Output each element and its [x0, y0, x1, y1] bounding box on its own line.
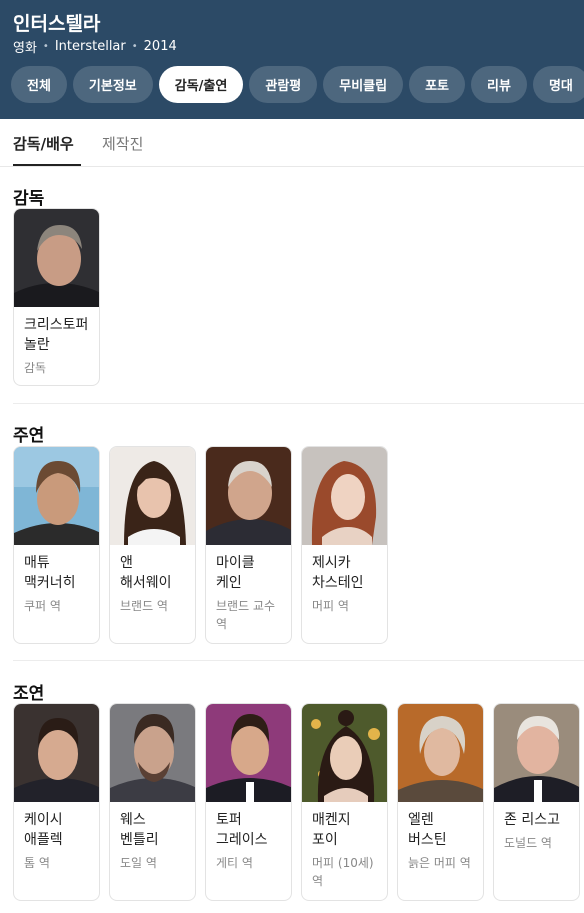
person-photo: [14, 209, 99, 307]
subtab-directors-actors[interactable]: 감독/배우: [13, 133, 74, 154]
section-divider: [13, 403, 584, 404]
person-card[interactable]: 마이클 케인 브랜드 교수 역: [205, 446, 292, 644]
person-role: 톰 역: [24, 856, 50, 870]
person-card[interactable]: 토퍼 그레이스 게티 역: [205, 703, 292, 901]
person-card[interactable]: 앤 해서웨이 브랜드 역: [109, 446, 196, 644]
tab-movie-clips[interactable]: 무비클립: [323, 66, 404, 103]
movie-category: 영화: [13, 41, 37, 56]
separator-dot-icon: •: [42, 41, 49, 52]
person-photo: [302, 704, 387, 802]
person-card[interactable]: 웨스 벤틀리 도일 역: [109, 703, 196, 901]
page-title: 인터스텔라: [13, 13, 101, 35]
movie-header: 인터스텔라 영화 • Interstellar • 2014 전체 기본정보 감…: [0, 0, 584, 119]
tab-quotes[interactable]: 명대: [532, 66, 584, 103]
person-name: 매켄지 포이: [312, 812, 351, 848]
movie-year: 2014: [143, 39, 177, 54]
person-card[interactable]: 케이시 애플렉 톰 역: [13, 703, 100, 901]
tab-basic-info[interactable]: 기본정보: [72, 66, 153, 103]
person-card[interactable]: 존 리스고 도널드 역: [493, 703, 580, 901]
movie-meta: 영화 • Interstellar • 2014: [13, 37, 177, 56]
person-card[interactable]: 매켄지 포이 머피 (10세) 역: [301, 703, 388, 901]
person-name: 토퍼 그레이스: [216, 812, 268, 848]
section-title-director: 감독: [13, 189, 45, 209]
person-name: 매튜 맥커너히: [24, 555, 76, 591]
separator-dot-icon: •: [131, 41, 138, 52]
subtab-crew[interactable]: 제작진: [102, 133, 143, 154]
person-name: 케이시 애플렉: [24, 812, 63, 848]
main-tabs: 전체 기본정보 감독/출연 관람평 무비클립 포토 리뷰 명대: [11, 66, 584, 103]
person-role: 머피 (10세) 역: [312, 856, 374, 888]
person-name: 제시카 차스테인: [312, 555, 364, 591]
person-card[interactable]: 매튜 맥커너히 쿠퍼 역: [13, 446, 100, 644]
movie-original-title: Interstellar: [54, 39, 126, 54]
section-title-supporting: 조연: [13, 684, 45, 704]
person-photo: [206, 704, 291, 802]
person-photo: [110, 704, 195, 802]
person-card[interactable]: 제시카 차스테인 머피 역: [301, 446, 388, 644]
person-photo: [14, 704, 99, 802]
person-photo: [110, 447, 195, 545]
tab-all[interactable]: 전체: [11, 66, 67, 103]
section-title-lead: 주연: [13, 426, 45, 446]
person-photo: [206, 447, 291, 545]
person-role: 브랜드 역: [120, 599, 168, 613]
sub-tabs: 감독/배우 제작진: [0, 119, 584, 167]
person-role: 도널드 역: [504, 836, 552, 850]
person-name: 크리스토퍼 놀란: [24, 317, 89, 353]
person-photo: [494, 704, 579, 802]
person-photo: [398, 704, 483, 802]
person-role: 쿠퍼 역: [24, 599, 61, 613]
section-divider: [13, 660, 584, 661]
tab-photos[interactable]: 포토: [409, 66, 466, 103]
person-role: 게티 역: [216, 856, 253, 870]
person-photo: [302, 447, 387, 545]
person-name: 웨스 벤틀리: [120, 812, 159, 848]
active-tab-indicator: [13, 164, 81, 166]
tab-reviews[interactable]: 리뷰: [471, 66, 527, 103]
person-role: 늙은 머피 역: [408, 856, 471, 870]
person-name: 존 리스고: [504, 812, 560, 828]
person-role: 브랜드 교수 역: [216, 599, 276, 631]
person-photo: [14, 447, 99, 545]
person-role: 감독: [24, 361, 47, 375]
person-card[interactable]: 엘렌 버스틴 늙은 머피 역: [397, 703, 484, 901]
person-name: 앤 해서웨이: [120, 555, 172, 591]
person-role: 머피 역: [312, 599, 349, 613]
person-role: 도일 역: [120, 856, 157, 870]
tab-cast[interactable]: 감독/출연: [158, 66, 244, 103]
person-card[interactable]: 크리스토퍼 놀란 감독: [13, 208, 100, 386]
tab-reviews-rating[interactable]: 관람평: [249, 66, 318, 103]
person-name: 마이클 케인: [216, 555, 255, 591]
person-name: 엘렌 버스틴: [408, 812, 447, 848]
